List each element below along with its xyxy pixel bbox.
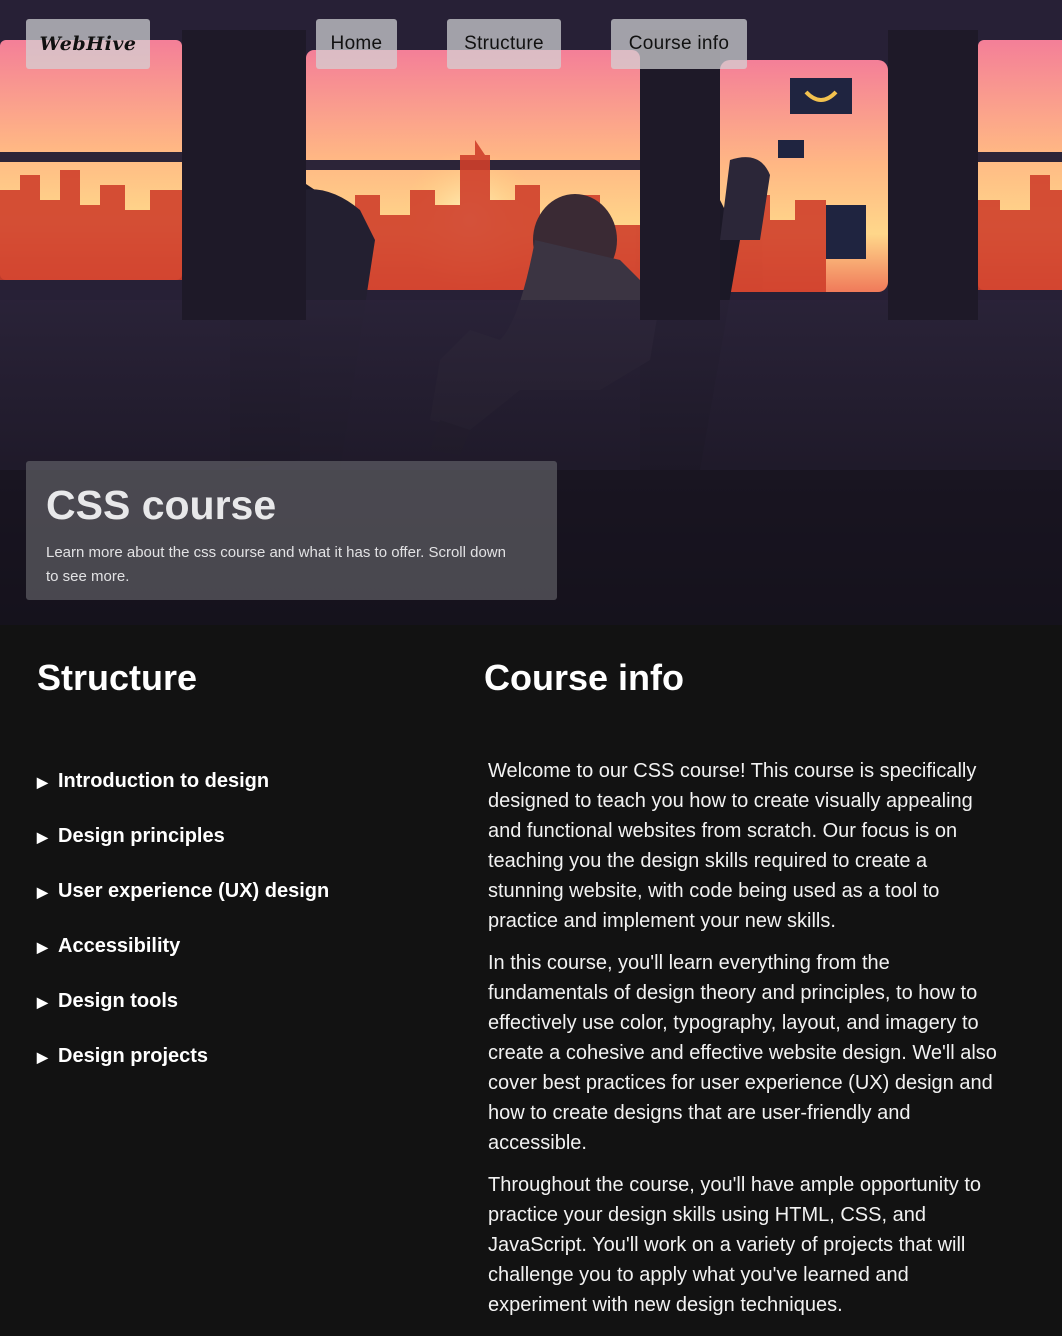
structure-section: Structure ▶ Introduction to design ▶ Des… <box>37 655 437 1067</box>
structure-item-design-projects[interactable]: ▶ Design projects <box>37 1044 329 1099</box>
course-info-paragraph: Throughout the course, you'll have ample… <box>488 1174 982 1316</box>
hero-banner: WebHive Home Structure Course info CSS c… <box>0 0 1062 625</box>
nav-structure-link[interactable]: Structure <box>447 19 561 69</box>
structure-item-label: Design principles <box>58 825 225 847</box>
structure-item-label: Accessibility <box>58 935 181 957</box>
structure-item-ux-design[interactable]: ▶ User experience (UX) design <box>37 879 329 934</box>
structure-item-design-principles[interactable]: ▶ Design principles <box>37 824 329 879</box>
expand-triangle-icon: ▶ <box>37 829 48 845</box>
structure-item-label: Design projects <box>58 1045 209 1067</box>
structure-item-design-tools[interactable]: ▶ Design tools <box>37 989 329 1044</box>
hero-card: CSS course Learn more about the css cour… <box>26 461 557 600</box>
course-info-paragraph: In this course, you'll learn everything … <box>488 952 997 1154</box>
structure-item-introduction[interactable]: ▶ Introduction to design <box>37 769 329 824</box>
expand-triangle-icon: ▶ <box>37 1049 48 1065</box>
structure-title: Structure <box>37 657 198 698</box>
structure-item-label: Design tools <box>58 990 179 1012</box>
expand-triangle-icon: ▶ <box>37 939 48 955</box>
expand-triangle-icon: ▶ <box>37 884 48 900</box>
course-info-title: Course info <box>484 657 685 698</box>
expand-triangle-icon: ▶ <box>37 774 48 790</box>
structure-item-accessibility[interactable]: ▶ Accessibility <box>37 934 329 989</box>
hero-title: CSS course <box>46 482 277 528</box>
course-info-paragraph: Welcome to our CSS course! This course i… <box>488 760 977 932</box>
course-info-section: Course info Welcome to our CSS course! T… <box>484 655 1014 1316</box>
structure-item-label: User experience (UX) design <box>58 880 330 902</box>
course-info-body: Welcome to our CSS course! This course i… <box>488 756 1008 1332</box>
expand-triangle-icon: ▶ <box>37 994 48 1010</box>
structure-list: ▶ Introduction to design ▶ Design princi… <box>37 769 329 1099</box>
logo[interactable]: WebHive <box>26 19 150 69</box>
nav-home-link[interactable]: Home <box>316 19 397 69</box>
hero-subtitle: Learn more about the css course and what… <box>46 544 506 585</box>
nav-course-info-link[interactable]: Course info <box>611 19 747 69</box>
structure-item-label: Introduction to design <box>58 770 270 792</box>
